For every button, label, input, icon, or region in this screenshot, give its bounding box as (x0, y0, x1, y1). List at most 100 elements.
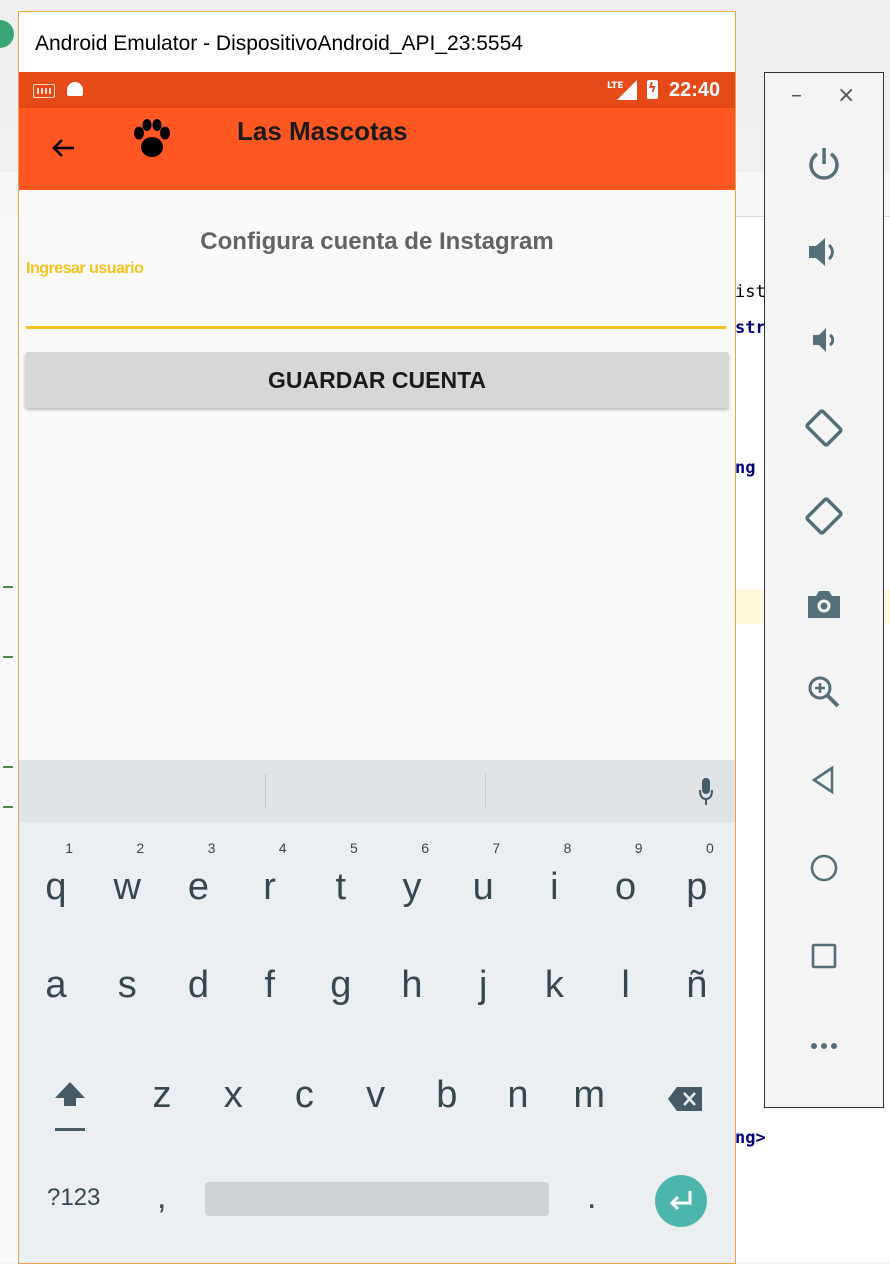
key-d[interactable]: d (163, 938, 233, 1028)
ide-gutter (0, 216, 19, 1262)
home-icon[interactable] (799, 843, 849, 893)
emulator-title-bar[interactable]: Android Emulator - DispositivoAndroid_AP… (19, 12, 735, 72)
key-letter: h (401, 964, 423, 1006)
key-p[interactable]: 0p (662, 832, 732, 922)
paw-logo-icon (131, 114, 173, 162)
symbols-key[interactable]: ?123 (47, 1184, 100, 1212)
more-icon[interactable] (799, 1019, 849, 1069)
key-number-hint: 9 (634, 840, 643, 856)
key-letter: q (45, 866, 67, 908)
key-b[interactable]: b (412, 1048, 482, 1138)
shift-key[interactable] (53, 1076, 87, 1141)
soft-keyboard: 1q2w3e4r5t6y7u8i9o0p asdfghjklñ zxcvbnm … (19, 760, 735, 1263)
save-account-button[interactable]: GUARDAR CUENTA (25, 352, 729, 408)
camera-icon[interactable] (799, 579, 849, 629)
key-letter: d (187, 964, 209, 1006)
back-icon[interactable] (799, 755, 849, 805)
enter-key[interactable] (655, 1175, 707, 1227)
key-q[interactable]: 1q (21, 832, 91, 922)
key-y[interactable]: 6y (377, 832, 447, 922)
key-number-hint: 3 (207, 840, 216, 856)
key-letter: r (263, 866, 276, 908)
minimize-button[interactable]: – (791, 83, 802, 108)
key-number-hint: 5 (350, 840, 358, 856)
username-label: Ingresar usuario (26, 260, 144, 277)
close-button[interactable]: × (837, 83, 855, 108)
volume-up-icon[interactable] (799, 227, 849, 277)
comma-key[interactable]: , (157, 1178, 166, 1217)
key-letter: g (330, 964, 352, 1006)
key-c[interactable]: c (269, 1048, 339, 1138)
key-e[interactable]: 3e (163, 832, 233, 922)
zoom-icon[interactable] (799, 667, 849, 717)
overview-icon[interactable] (799, 931, 849, 981)
key-f[interactable]: f (235, 938, 305, 1028)
key-letter: l (621, 964, 630, 1006)
key-t[interactable]: 5t (306, 832, 376, 922)
key-letter: x (223, 1074, 243, 1116)
battery-icon (647, 80, 658, 99)
key-letter: k (544, 964, 564, 1006)
app-toolbar: Las Mascotas (19, 108, 735, 190)
key-r[interactable]: 4r (235, 832, 305, 922)
back-arrow-icon[interactable] (47, 132, 79, 164)
username-input[interactable] (26, 282, 726, 329)
key-letter: u (472, 866, 494, 908)
key-s[interactable]: s (92, 938, 162, 1028)
key-number-hint: 8 (563, 840, 572, 856)
key-u[interactable]: 7u (448, 832, 518, 922)
key-letter: w (113, 866, 141, 908)
key-w[interactable]: 2w (92, 832, 162, 922)
key-m[interactable]: m (554, 1048, 624, 1138)
key-number-hint: 6 (421, 840, 429, 856)
power-icon[interactable] (799, 139, 849, 189)
key-letter: ñ (686, 964, 708, 1006)
key-x[interactable]: x (198, 1048, 268, 1138)
keyboard-icon (33, 84, 55, 98)
rotate-right-icon[interactable] (799, 491, 849, 541)
key-letter: b (436, 1074, 458, 1116)
key-ñ[interactable]: ñ (662, 938, 732, 1028)
key-o[interactable]: 9o (591, 832, 661, 922)
clock: 22:40 (669, 79, 721, 101)
key-number-hint: 4 (278, 840, 287, 856)
key-l[interactable]: l (591, 938, 661, 1028)
rotate-left-icon[interactable] (799, 403, 849, 453)
key-h[interactable]: h (377, 938, 447, 1028)
space-key[interactable] (205, 1182, 549, 1216)
key-n[interactable]: n (483, 1048, 553, 1138)
volume-down-icon[interactable] (799, 315, 849, 365)
key-letter: v (366, 1074, 386, 1116)
key-letter: f (264, 964, 275, 1006)
key-z[interactable]: z (127, 1048, 197, 1138)
code-fragment: ist (735, 282, 766, 302)
code-fragment: ng (735, 458, 756, 478)
key-v[interactable]: v (341, 1048, 411, 1138)
key-i[interactable]: 8i (519, 832, 589, 922)
key-number-hint: 2 (136, 840, 145, 856)
key-a[interactable]: a (21, 938, 91, 1028)
page-title: Configura cuenta de Instagram (200, 228, 554, 255)
key-letter: p (686, 866, 708, 908)
backspace-key[interactable] (667, 1086, 703, 1117)
code-fragment: str (735, 318, 766, 338)
key-letter: t (335, 866, 347, 908)
code-fragment: ng> (735, 1128, 766, 1148)
key-letter: z (152, 1074, 172, 1116)
key-letter: j (478, 964, 488, 1006)
key-letter: s (117, 964, 137, 1006)
screen-content: Configura cuenta de Instagram Ingresar u… (19, 190, 735, 760)
android-icon (67, 82, 83, 96)
key-letter: m (573, 1074, 606, 1116)
key-j[interactable]: j (448, 938, 518, 1028)
key-number-hint: 1 (65, 840, 73, 856)
key-number-hint: 7 (492, 840, 501, 856)
emulator-side-panel: – × (764, 72, 884, 1108)
microphone-icon[interactable] (699, 778, 713, 808)
key-k[interactable]: k (519, 938, 589, 1028)
key-g[interactable]: g (306, 938, 376, 1028)
emulator-window: Android Emulator - DispositivoAndroid_AP… (18, 11, 736, 1264)
key-number-hint: 0 (706, 840, 714, 856)
key-letter: i (550, 866, 559, 908)
period-key[interactable]: . (587, 1178, 596, 1217)
